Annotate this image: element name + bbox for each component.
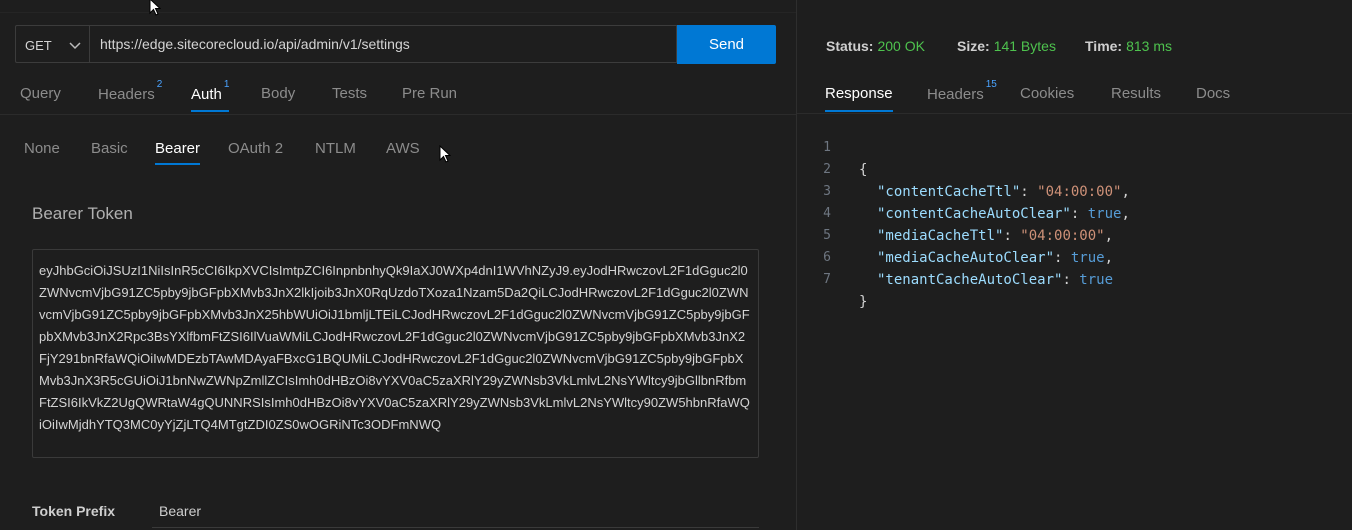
tab-headers[interactable]: Headers2	[98, 79, 162, 113]
tab-label: Auth	[191, 86, 222, 103]
size-label: Size:	[957, 38, 990, 54]
auth-tab-label: AWS	[386, 140, 420, 157]
auth-tab-label: Basic	[91, 140, 128, 157]
active-tab-indicator	[825, 110, 893, 112]
bearer-token-field[interactable]: eyJhbGciOiJSUzI1NiIsInR5cCI6IkpXVCIsImtp…	[32, 249, 759, 458]
tab-docs[interactable]: Docs	[1196, 85, 1230, 113]
time-value: 813 ms	[1126, 38, 1173, 54]
divider	[0, 114, 796, 115]
top-strip	[0, 0, 796, 13]
code-line: 3 "contentCacheAutoClear": true,	[797, 159, 1130, 222]
tab-label: Query	[20, 85, 61, 102]
bearer-token-title: Bearer Token	[32, 204, 133, 223]
tab-label: Body	[261, 85, 296, 102]
code-line: 2 "contentCacheTtl": "04:00:00",	[797, 137, 1130, 200]
tab-label: Docs	[1196, 85, 1231, 102]
tab-tests[interactable]: Tests	[332, 85, 367, 113]
send-button[interactable]: Send	[677, 25, 776, 64]
json-value: true	[1087, 206, 1122, 222]
tab-label: Headers	[98, 86, 155, 103]
tab-count-badge: 2	[156, 79, 163, 90]
json-key: "mediaCacheTtl"	[877, 228, 1004, 244]
auth-tab-bearer[interactable]: Bearer	[155, 140, 201, 166]
json-brace: }	[859, 294, 868, 310]
time-label: Time:	[1085, 38, 1123, 54]
auth-tab-label: OAuth 2	[228, 140, 284, 157]
status-readout: Status: 200 OK	[826, 38, 925, 54]
json-value: true	[1079, 272, 1114, 288]
code-line: 1 {	[797, 115, 867, 178]
tab-results[interactable]: Results	[1111, 85, 1161, 113]
json-key: "tenantCacheAutoClear"	[877, 272, 1063, 288]
auth-tab-oauth2[interactable]: OAuth 2	[228, 140, 283, 166]
tab-body[interactable]: Body	[261, 85, 295, 113]
auth-tab-label: NTLM	[315, 140, 356, 157]
json-key: "contentCacheAutoClear"	[877, 206, 1071, 222]
mouse-cursor-icon	[149, 0, 161, 16]
status-label: Status:	[826, 38, 874, 54]
tab-count-badge: 1	[223, 79, 230, 90]
tab-response-headers[interactable]: Headers15	[927, 79, 997, 113]
tab-label: Results	[1111, 85, 1162, 102]
tab-label: Pre Run	[402, 85, 458, 102]
chevron-down-icon	[69, 42, 81, 50]
tab-count-badge: 15	[985, 79, 997, 90]
token-prefix-label: Token Prefix	[32, 503, 115, 519]
token-prefix-field[interactable]: Bearer	[152, 494, 759, 528]
active-tab-indicator	[191, 110, 230, 112]
size-readout: Size: 141 Bytes	[957, 38, 1056, 54]
auth-tab-label: None	[24, 140, 60, 157]
status-value: 200 OK	[877, 38, 925, 54]
tab-auth[interactable]: Auth1	[191, 79, 230, 113]
tab-query[interactable]: Query	[20, 85, 61, 113]
method-label: GET	[25, 38, 52, 53]
size-value: 141 Bytes	[993, 38, 1056, 54]
json-value: "04:00:00"	[1037, 184, 1122, 200]
json-punct: ,	[1104, 250, 1114, 266]
tab-pre-run[interactable]: Pre Run	[402, 85, 457, 113]
json-key: "contentCacheTtl"	[877, 184, 1021, 200]
tab-label: Headers	[927, 86, 984, 103]
request-panel: GET Send Query Headers2 Auth1 Body Tests…	[0, 0, 796, 530]
time-readout: Time: 813 ms	[1085, 38, 1172, 54]
json-punct: ,	[1104, 228, 1114, 244]
auth-tab-aws[interactable]: AWS	[386, 140, 420, 166]
json-value: true	[1070, 250, 1105, 266]
code-line: 6 "tenantCacheAutoClear": true	[797, 225, 1113, 288]
tab-cookies[interactable]: Cookies	[1020, 85, 1074, 113]
tab-label: Response	[825, 85, 893, 102]
auth-tab-none[interactable]: None	[24, 140, 60, 166]
json-punct: ,	[1121, 184, 1130, 200]
line-number: 7	[823, 272, 831, 287]
response-panel: Status: 200 OK Size: 141 Bytes Time: 813 ms…	[797, 0, 1352, 530]
active-tab-indicator	[155, 163, 201, 165]
code-line: 7 }	[797, 247, 867, 310]
divider	[797, 113, 1352, 114]
code-line: 4 "mediaCacheTtl": "04:00:00",	[797, 181, 1113, 244]
tab-label: Tests	[332, 85, 368, 102]
url-input[interactable]	[89, 25, 677, 63]
auth-tab-basic[interactable]: Basic	[91, 140, 128, 166]
json-key: "mediaCacheAutoClear"	[877, 250, 1055, 266]
code-line: 5 "mediaCacheAutoClear": true,	[797, 203, 1113, 266]
mouse-cursor-icon	[439, 145, 451, 163]
auth-tab-label: Bearer	[155, 140, 201, 157]
tab-response[interactable]: Response	[825, 85, 893, 113]
auth-tab-ntlm[interactable]: NTLM	[315, 140, 356, 166]
json-value: "04:00:00"	[1020, 228, 1105, 244]
tab-label: Cookies	[1020, 85, 1075, 102]
json-punct: ,	[1121, 206, 1130, 222]
json-brace: {	[859, 162, 868, 178]
method-select[interactable]: GET	[15, 25, 89, 63]
